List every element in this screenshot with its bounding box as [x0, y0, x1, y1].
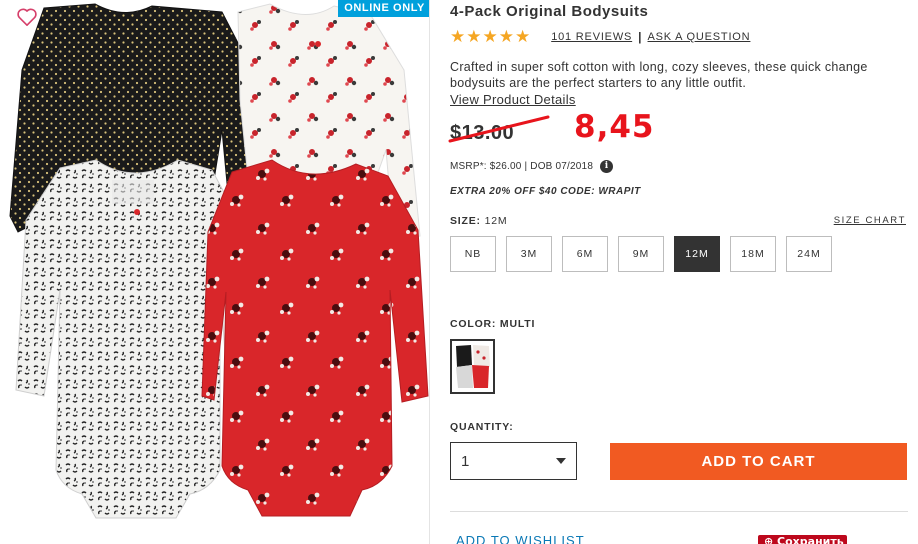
size-option-6m[interactable]: 6M	[562, 236, 608, 272]
size-option-24m[interactable]: 24M	[786, 236, 832, 272]
swatch-thumbnail	[454, 343, 491, 390]
reviews-link[interactable]: 101 REVIEWS	[551, 31, 632, 43]
handwritten-price-annotation: 8,45	[574, 109, 655, 145]
size-label: SIZE: 12M	[450, 215, 507, 227]
quantity-label: QUANTITY:	[450, 421, 514, 433]
star-rating-icon: ★★★★★	[450, 27, 532, 46]
msrp-text: MSRP*: $26.00 | DOB 07/2018	[450, 161, 594, 172]
product-gallery: ONLINE ONLY	[0, 0, 430, 544]
product-title: 4-Pack Original Bodysuits	[450, 3, 649, 20]
size-label-title: SIZE:	[450, 215, 481, 227]
size-options: NB 3M 6M 9M 12M 18M 24M	[450, 236, 842, 272]
quantity-value: 1	[461, 452, 470, 470]
view-product-details-link[interactable]: View Product Details	[450, 92, 576, 107]
msrp-line: MSRP*: $26.00 | DOB 07/2018 i	[450, 160, 614, 173]
color-label: COLOR: MULTI	[450, 318, 536, 330]
product-photo[interactable]	[0, 0, 430, 544]
size-option-3m[interactable]: 3M	[506, 236, 552, 272]
rating-separator: |	[638, 30, 642, 44]
color-swatch-multi[interactable]	[450, 339, 495, 394]
chevron-down-icon	[556, 458, 566, 464]
add-to-wishlist-link[interactable]: ADD TO WISHLIST	[456, 533, 585, 544]
pinterest-save-button[interactable]: ⊕ Сохранить	[758, 535, 847, 544]
info-icon[interactable]: i	[600, 160, 614, 173]
promo-code: EXTRA 20% OFF $40 CODE: WRAPIT	[450, 186, 641, 197]
size-option-nb[interactable]: NB	[450, 236, 496, 272]
add-to-cart-button[interactable]: ADD TO CART	[610, 443, 907, 480]
quantity-select[interactable]: 1	[450, 442, 577, 480]
online-only-badge: ONLINE ONLY	[338, 0, 429, 17]
product-page: ONLINE ONLY 4-Pack Original Bodysuits ★★…	[0, 0, 918, 544]
heart-icon[interactable]	[16, 7, 38, 27]
size-chart-link[interactable]: SIZE CHART	[834, 215, 906, 226]
product-description: Crafted in super soft cotton with long, …	[450, 60, 868, 90]
original-price: $13.00	[450, 122, 515, 144]
size-option-12m[interactable]: 12M	[674, 236, 720, 272]
size-selected-value: 12M	[484, 215, 508, 227]
ask-question-link[interactable]: ASK A QUESTION	[648, 31, 751, 43]
size-option-9m[interactable]: 9M	[618, 236, 664, 272]
rating-row: ★★★★★ 101 REVIEWS | ASK A QUESTION	[450, 27, 750, 47]
size-option-18m[interactable]: 18M	[730, 236, 776, 272]
product-info: 4-Pack Original Bodysuits ★★★★★ 101 REVI…	[448, 0, 908, 544]
divider	[450, 511, 908, 512]
